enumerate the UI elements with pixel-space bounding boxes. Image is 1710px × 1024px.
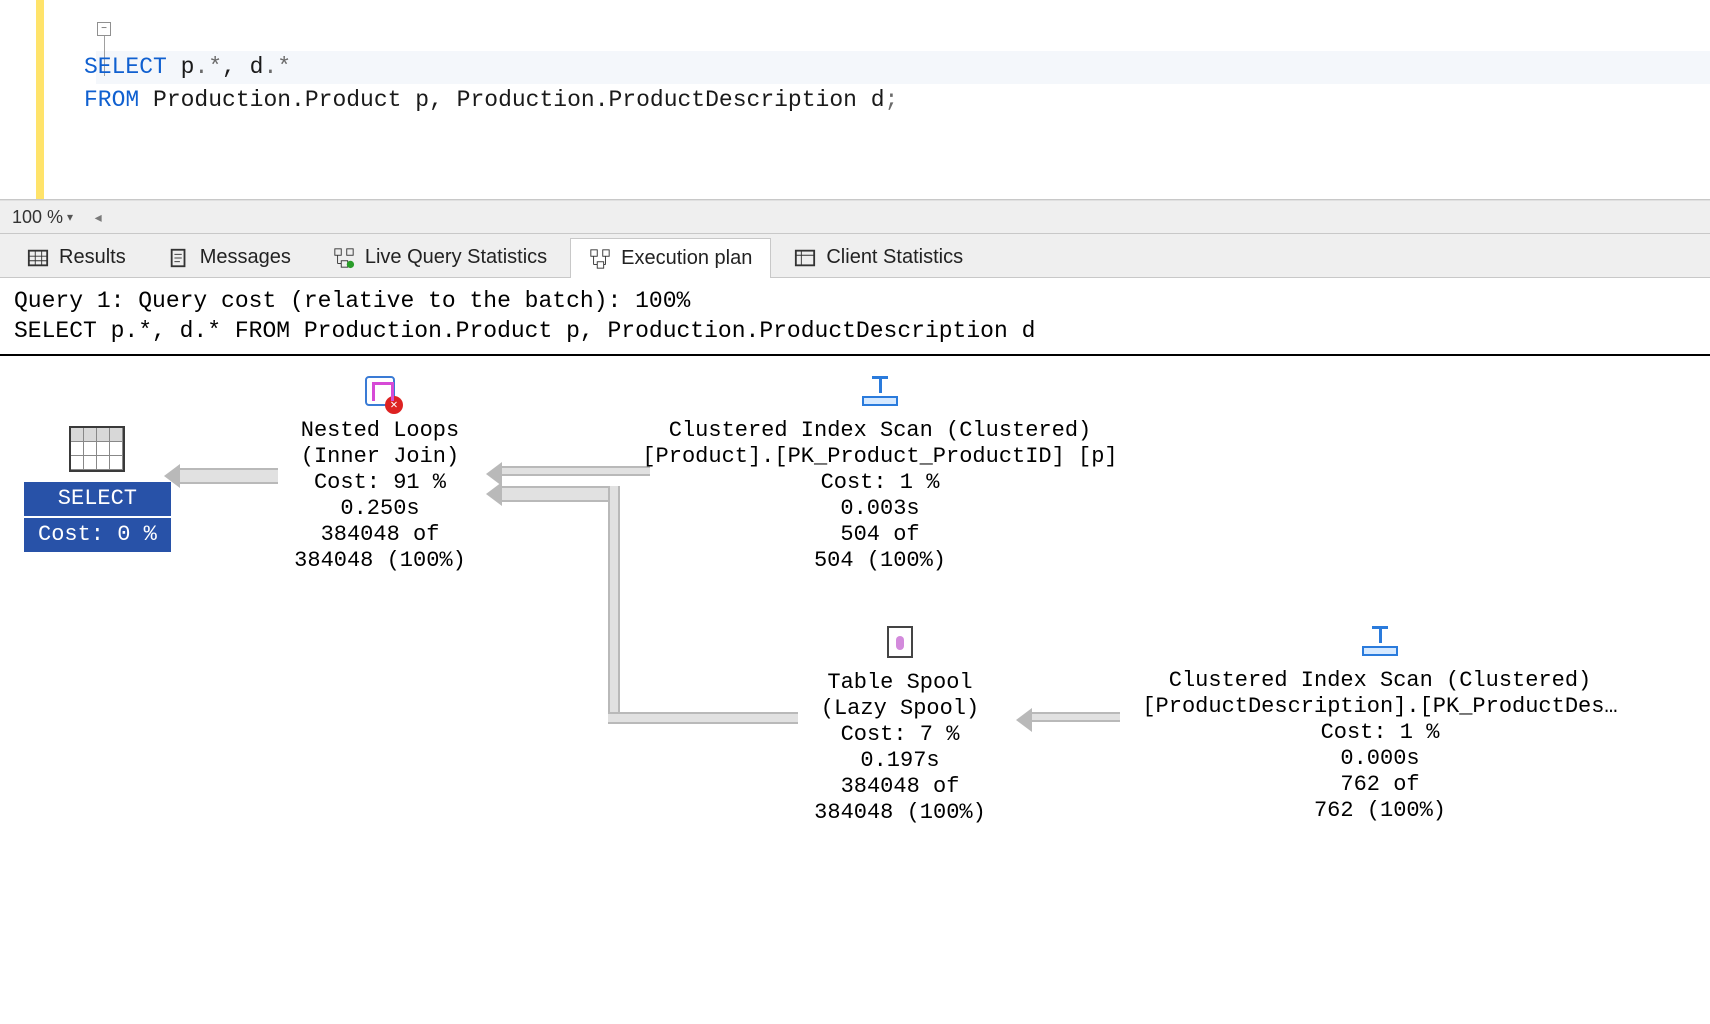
- plan-node-table-spool[interactable]: Table Spool (Lazy Spool) Cost: 7 % 0.197…: [790, 626, 1010, 826]
- tab-label: Client Statistics: [826, 246, 963, 269]
- nested-loops-icon: ✕: [365, 376, 395, 414]
- sql-text: p: [167, 54, 195, 80]
- current-line-highlight: [96, 51, 1710, 84]
- plan-header: Query 1: Query cost (relative to the bat…: [0, 278, 1710, 356]
- node-object: [ProductDescription].[PK_ProductDes…: [1120, 694, 1640, 720]
- node-title: Clustered Index Scan (Clustered): [1120, 668, 1640, 694]
- sql-text: , d: [222, 54, 263, 80]
- document-icon: [168, 247, 190, 269]
- node-cost: Cost: 1 %: [640, 470, 1120, 496]
- node-title: Nested Loops: [280, 418, 480, 444]
- plan-node-clustered-index-scan-product[interactable]: Clustered Index Scan (Clustered) [Produc…: [640, 376, 1120, 574]
- editor-gutter: [0, 0, 44, 199]
- node-object: [Product].[PK_Product_ProductID] [p]: [640, 444, 1120, 470]
- zoom-dropdown[interactable]: 100 % ▾: [6, 205, 79, 230]
- node-time: 0.250s: [280, 496, 480, 522]
- tab-results[interactable]: Results: [8, 237, 145, 277]
- tab-label: Execution plan: [621, 247, 752, 270]
- sql-editor[interactable]: − SELECT p.*, d.* FROM Production.Produc…: [0, 0, 1710, 200]
- plan-tree-icon: [589, 248, 611, 270]
- plan-node-nested-loops[interactable]: ✕ Nested Loops (Inner Join) Cost: 91 % 0…: [280, 376, 480, 574]
- node-title: SELECT: [58, 486, 137, 511]
- tab-label: Live Query Statistics: [365, 246, 547, 269]
- node-rows-total: 384048 (100%): [280, 548, 480, 574]
- keyword-from: FROM: [84, 87, 139, 113]
- zoom-bar: 100 % ▾ ◂: [0, 200, 1710, 234]
- plan-arrow: [500, 466, 650, 476]
- sql-text: Production.Product p, Production.Product…: [139, 87, 884, 113]
- sql-terminator: ;: [885, 87, 899, 113]
- scroll-left-button[interactable]: ◂: [89, 208, 107, 226]
- node-title: Table Spool: [790, 670, 1010, 696]
- node-rows: 384048 of: [790, 774, 1010, 800]
- sql-star: .*: [263, 54, 291, 80]
- plan-arrow-vertical: [608, 486, 620, 716]
- node-rows: 762 of: [1120, 772, 1640, 798]
- tab-client-statistics[interactable]: Client Statistics: [775, 237, 982, 277]
- node-rows-total: 504 (100%): [640, 548, 1120, 574]
- chevron-down-icon: ▾: [67, 210, 73, 224]
- tab-execution-plan[interactable]: Execution plan: [570, 238, 771, 278]
- node-title: Clustered Index Scan (Clustered): [640, 418, 1120, 444]
- tab-messages[interactable]: Messages: [149, 237, 310, 277]
- node-cost: Cost: 0 %: [38, 522, 157, 547]
- node-rows: 384048 of: [280, 522, 480, 548]
- node-cost: Cost: 7 %: [790, 722, 1010, 748]
- plan-arrow: [500, 486, 620, 502]
- node-cost: Cost: 1 %: [1120, 720, 1640, 746]
- grid-icon: [27, 247, 49, 269]
- query-cost-line: Query 1: Query cost (relative to the bat…: [14, 286, 1696, 316]
- plan-arrow: [1030, 712, 1120, 722]
- tree-check-icon: [333, 247, 355, 269]
- node-time: 0.197s: [790, 748, 1010, 774]
- query-sql-line: SELECT p.*, d.* FROM Production.Product …: [14, 316, 1696, 346]
- node-cost: Cost: 91 %: [280, 470, 480, 496]
- index-scan-icon: [860, 376, 900, 406]
- select-result-icon: [69, 426, 125, 472]
- node-rows-total: 762 (100%): [1120, 798, 1640, 824]
- plan-node-select[interactable]: SELECT Cost: 0 %: [24, 426, 171, 552]
- sql-star: .*: [194, 54, 222, 80]
- zoom-value: 100 %: [12, 207, 63, 228]
- keyword-select: SELECT: [84, 54, 167, 80]
- result-tabs: Results Messages Live Query Statistics E…: [0, 234, 1710, 278]
- execution-plan-canvas[interactable]: SELECT Cost: 0 % ✕ Nested Loops (Inner J…: [0, 356, 1710, 956]
- tab-label: Messages: [200, 246, 291, 269]
- node-time: 0.000s: [1120, 746, 1640, 772]
- node-rows-total: 384048 (100%): [790, 800, 1010, 826]
- node-rows: 504 of: [640, 522, 1120, 548]
- node-time: 0.003s: [640, 496, 1120, 522]
- client-stats-icon: [794, 247, 816, 269]
- tab-label: Results: [59, 246, 126, 269]
- plan-arrow: [178, 468, 278, 484]
- plan-arrow: [608, 712, 798, 724]
- index-scan-icon: [1360, 626, 1400, 656]
- code-fold-toggle[interactable]: −: [97, 22, 111, 36]
- tab-live-query-statistics[interactable]: Live Query Statistics: [314, 237, 566, 277]
- table-spool-icon: [887, 626, 913, 658]
- plan-node-clustered-index-scan-productdescription[interactable]: Clustered Index Scan (Clustered) [Produc…: [1120, 626, 1640, 824]
- node-subtitle: (Lazy Spool): [790, 696, 1010, 722]
- node-subtitle: (Inner Join): [280, 444, 480, 470]
